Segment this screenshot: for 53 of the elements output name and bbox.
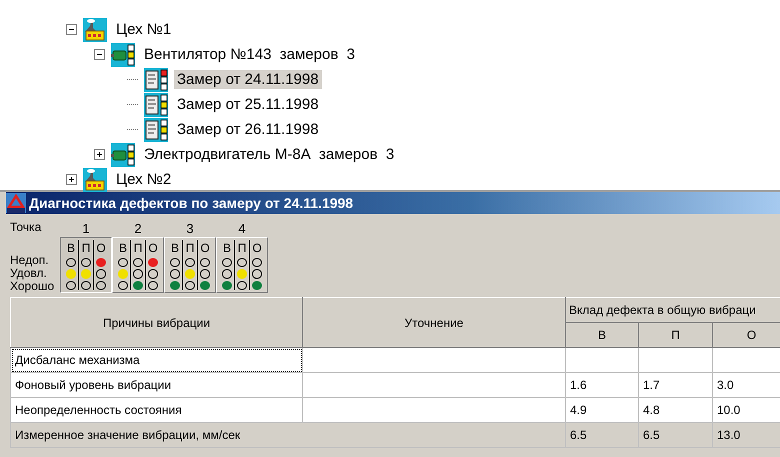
table-cell: 6.5: [638, 422, 712, 448]
expand-toggle[interactable]: [94, 149, 105, 160]
axis-label: П: [134, 240, 142, 256]
column-header: О: [712, 322, 780, 348]
table-cell: 6.5: [566, 422, 638, 448]
expand-toggle[interactable]: [66, 174, 77, 185]
table-cell[interactable]: Дисбаланс механизма: [10, 348, 302, 372]
axis-label: В: [118, 240, 127, 256]
point-indicator[interactable]: В П О: [216, 237, 268, 293]
point-number: 2: [134, 221, 142, 237]
axis-label: П: [82, 240, 90, 256]
axis-label: О: [148, 240, 158, 256]
tree-item[interactable]: Замер от 26.11.1998: [174, 120, 322, 139]
axis-label: О: [96, 240, 106, 256]
level-label: Хорошо: [10, 280, 56, 293]
tree-item[interactable]: Цех №2: [113, 170, 174, 189]
column-header: П: [638, 322, 712, 348]
axis-label: П: [186, 240, 194, 256]
column-header: Причины вибрации: [10, 298, 302, 348]
table-cell: 1.6: [566, 372, 638, 398]
point-indicator[interactable]: В П О: [112, 237, 164, 293]
tree-item[interactable]: Замер от 25.11.1998: [174, 95, 322, 114]
axis-label: В: [66, 240, 75, 256]
factory-icon: [83, 168, 107, 192]
axis-label: О: [252, 240, 262, 256]
tree-item[interactable]: Цех №1: [113, 20, 174, 39]
axis-label: В: [222, 240, 231, 256]
tree-item[interactable]: Замер от 24.11.1998: [174, 70, 322, 89]
column-header: В: [566, 322, 638, 348]
point-label: Точка: [10, 221, 42, 236]
level-label: Удовл.: [10, 267, 47, 280]
point-indicator[interactable]: В П О: [60, 237, 112, 293]
window-title: Диагностика дефектов по замеру от 24.11.1998: [29, 195, 354, 211]
table-cell: 13.0: [712, 422, 780, 448]
factory-icon: [83, 18, 107, 42]
table-cell[interactable]: Фоновый уровень вибрации: [10, 372, 302, 398]
point-number: 1: [82, 221, 90, 237]
total-label: Измеренное значение вибрации, мм/сек: [10, 422, 566, 448]
level-label: Недоп.: [10, 254, 50, 267]
point-number: 4: [238, 221, 246, 237]
expand-toggle[interactable]: [94, 49, 105, 60]
table-cell: 1.7: [638, 372, 712, 398]
tree-item[interactable]: Вентилятор №143 замеров 3: [141, 45, 358, 64]
column-header: Уточнение: [302, 298, 566, 348]
axis-label: О: [200, 240, 210, 256]
tree-item[interactable]: Электродвигатель М-8А замеров 3: [141, 145, 398, 164]
expand-toggle[interactable]: [66, 24, 77, 35]
app-logo-icon: [6, 193, 26, 213]
axis-label: В: [170, 240, 179, 256]
point-indicator[interactable]: В П О: [164, 237, 216, 293]
point-number: 3: [186, 221, 194, 237]
column-header: Вклад дефекта в общую вибраци: [566, 298, 780, 322]
axis-label: П: [238, 240, 246, 256]
